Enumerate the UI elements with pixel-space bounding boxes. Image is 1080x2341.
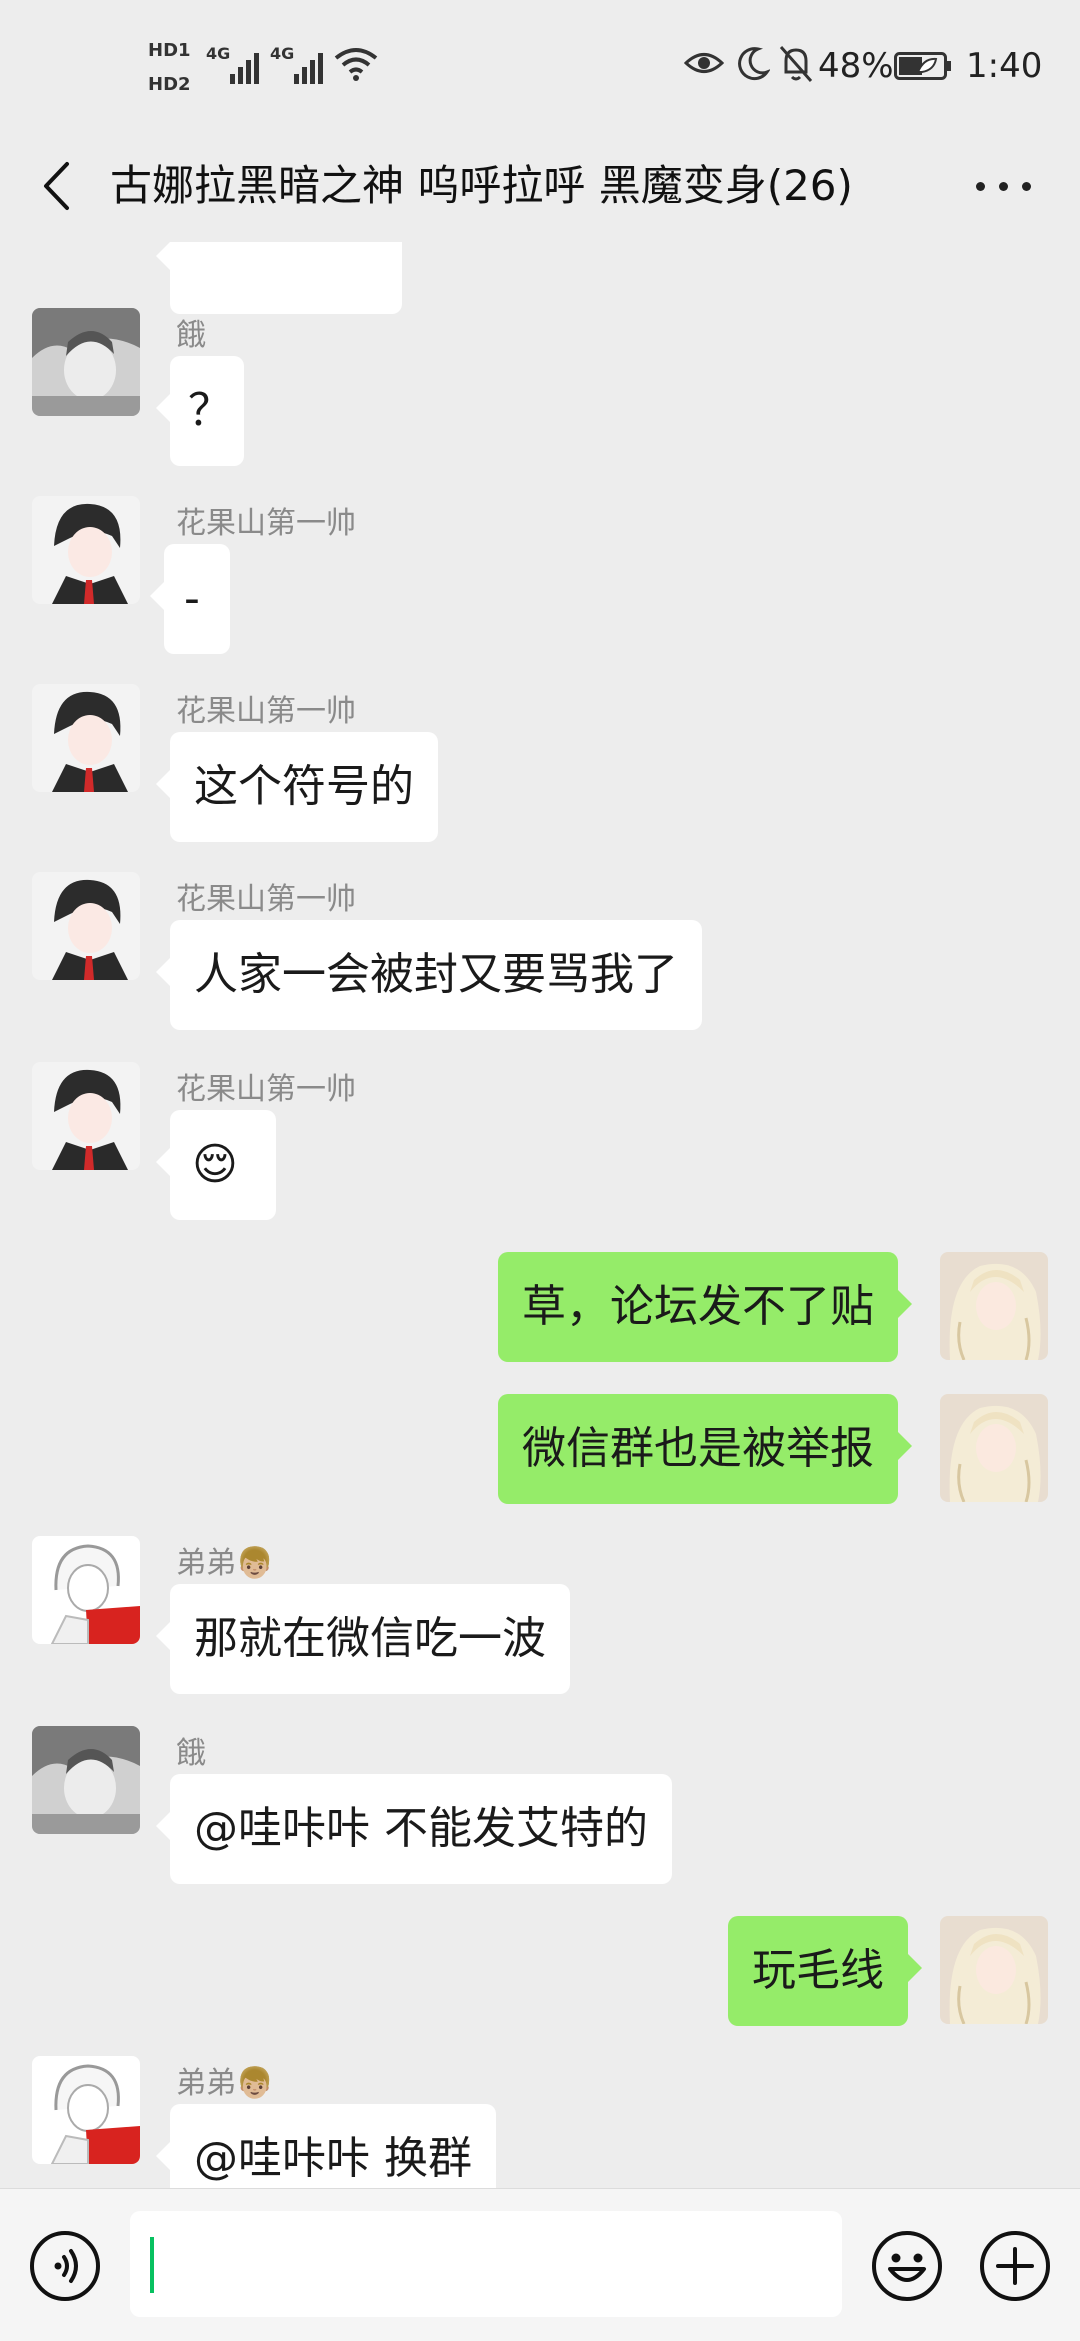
sim2-hd-label: HD2 — [148, 74, 191, 95]
sender-name: 弟弟👦🏼 — [176, 2066, 274, 2101]
message-input[interactable] — [130, 2211, 842, 2317]
network-1-label: 4G — [206, 44, 231, 63]
message-bubble[interactable]: @哇咔咔 不能发艾特的 — [156, 1774, 672, 1884]
emoji-icon — [872, 2231, 942, 2301]
message-bubble[interactable]: 人家一会被封又要骂我了 — [156, 920, 702, 1030]
chat-title: 古娜拉黑暗之神 呜呼拉呼 黑魔变身(26) — [110, 161, 853, 210]
avatar-blonde-hair[interactable] — [940, 1252, 1048, 1360]
message-bubble-outgoing[interactable]: 玩毛线 — [728, 1916, 922, 2026]
back-button[interactable] — [30, 146, 82, 226]
eye-icon — [684, 53, 724, 73]
moon-icon — [738, 47, 770, 81]
voice-button[interactable] — [28, 2229, 102, 2303]
avatar-dark-hair-suit[interactable] — [32, 496, 140, 604]
message-bubble[interactable]: @哇咔咔 换群 — [156, 2104, 496, 2188]
sender-name: 花果山第一帅 — [176, 882, 356, 917]
avatar-gray-sketch[interactable] — [32, 1726, 140, 1834]
avatar-dark-hair-suit[interactable] — [32, 1062, 140, 1170]
message-bubble-outgoing[interactable]: 微信群也是被举报 — [498, 1394, 912, 1504]
signal-bars-1-icon — [230, 53, 259, 84]
input-bar — [0, 2188, 1080, 2341]
sender-name: 花果山第一帅 — [176, 506, 356, 541]
sender-name: 餓 — [176, 1736, 206, 1771]
message-bubble-partial[interactable] — [156, 242, 402, 314]
wifi-icon — [334, 48, 378, 81]
sender-name: 弟弟👦🏼 — [176, 1546, 274, 1581]
message-bubble[interactable]: 这个符号的 — [156, 732, 438, 842]
signal-bars-2-icon — [294, 53, 323, 84]
text-cursor — [150, 2237, 154, 2293]
chat-header: 古娜拉黑暗之神 呜呼拉呼 黑魔变身(26) — [0, 134, 1080, 242]
plus-button[interactable] — [978, 2229, 1052, 2303]
sim1-hd-label: HD1 — [148, 40, 191, 61]
network-2-label: 4G — [270, 44, 295, 63]
avatar-gray-sketch[interactable] — [32, 308, 140, 416]
clock: 1:40 — [966, 46, 1043, 86]
message-bubble[interactable]: - — [150, 544, 230, 654]
more-button[interactable] — [968, 154, 1038, 218]
avatar-blonde-hair[interactable] — [940, 1916, 1048, 2024]
chevron-left-icon — [44, 162, 69, 210]
bell-off-icon — [779, 46, 813, 82]
more-dots-icon — [975, 181, 985, 191]
battery-icon — [894, 52, 951, 80]
more-dot — [998, 181, 1008, 191]
sender-name: 花果山第一帅 — [176, 1072, 356, 1107]
sender-name: 花果山第一帅 — [176, 694, 356, 729]
sender-name: 餓 — [176, 318, 206, 353]
battery-percent: 48% — [818, 46, 894, 86]
emoji-button[interactable] — [870, 2229, 944, 2303]
message-list[interactable]: 餓 ？ 花果山第一帅 - 花果山第一帅 这个符号的 花果山第一帅 人家一会被封又… — [0, 242, 1080, 2188]
avatar-blonde-hair[interactable] — [940, 1394, 1048, 1502]
more-dot — [1021, 181, 1031, 191]
avatar-red-jacket[interactable] — [32, 1536, 140, 1644]
avatar-dark-hair-suit[interactable] — [32, 684, 140, 792]
message-bubble[interactable]: ？ — [156, 356, 244, 466]
message-bubble[interactable]: 那就在微信吃一波 — [156, 1584, 570, 1694]
message-bubble-emoji[interactable]: 😌 — [156, 1110, 276, 1220]
avatar-red-jacket[interactable] — [32, 2056, 140, 2164]
voice-icon — [30, 2231, 100, 2301]
message-bubble-outgoing[interactable]: 草，论坛发不了贴 — [498, 1252, 912, 1362]
status-bar: HD1 HD2 4G 4G 48% 1:40 — [0, 0, 1080, 134]
plus-icon — [980, 2231, 1050, 2301]
avatar-dark-hair-suit[interactable] — [32, 872, 140, 980]
